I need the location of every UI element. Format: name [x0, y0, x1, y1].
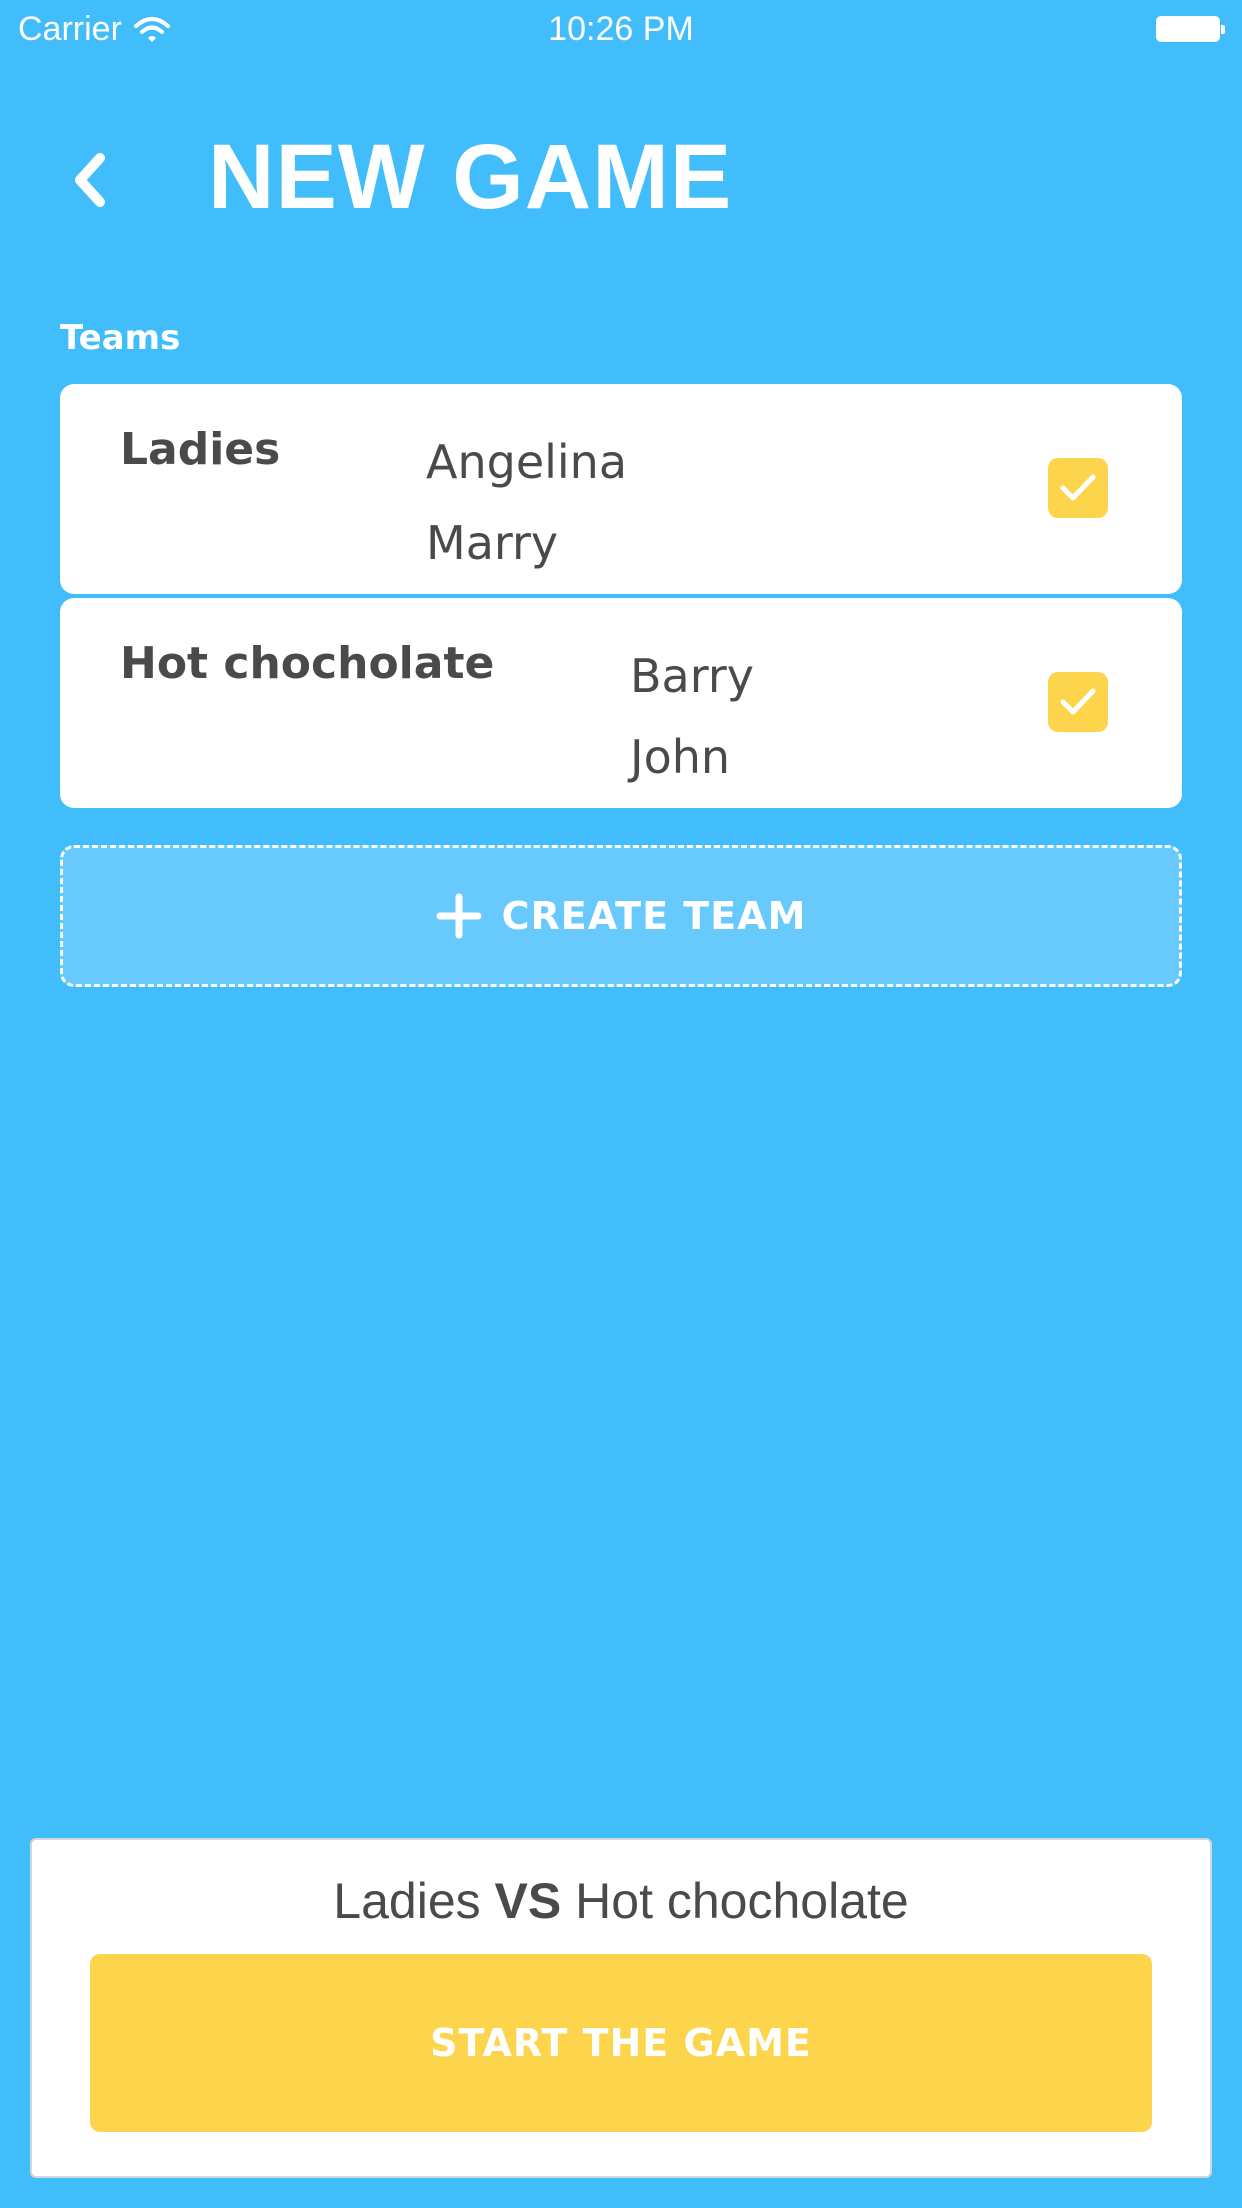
- chevron-left-icon: [75, 153, 105, 207]
- matchup-summary: Ladies VS Hot chocholate: [32, 1872, 1210, 1930]
- team-name: Ladies: [120, 424, 281, 475]
- team-members: Angelina Marry: [426, 422, 627, 584]
- start-game-button[interactable]: START THE GAME: [90, 1954, 1152, 2132]
- team-select-checkbox[interactable]: [1048, 458, 1108, 518]
- battery-icon: [1156, 16, 1225, 42]
- start-game-panel: Ladies VS Hot chocholate START THE GAME: [30, 1838, 1212, 2178]
- team-select-checkbox[interactable]: [1048, 672, 1108, 732]
- create-team-label: CREATE TEAM: [501, 894, 807, 938]
- matchup-team-a: Ladies: [333, 1873, 481, 1929]
- matchup-team-b: Hot chocholate: [575, 1873, 909, 1929]
- checkmark-icon: [1060, 474, 1096, 501]
- team-member: Marry: [426, 516, 559, 570]
- team-member: Angelina: [426, 435, 628, 489]
- team-card-hot-chocholate[interactable]: Hot chocholate Barry John: [60, 598, 1182, 808]
- teams-section-label: Teams: [60, 318, 181, 358]
- matchup-vs: VS: [494, 1873, 562, 1929]
- team-member: John: [630, 730, 731, 784]
- back-button[interactable]: [60, 145, 120, 215]
- checkmark-icon: [1060, 688, 1096, 715]
- plus-icon: [436, 893, 482, 939]
- create-team-button[interactable]: CREATE TEAM: [60, 845, 1182, 987]
- status-bar: Carrier 10:26 PM: [0, 0, 1242, 60]
- team-name: Hot chocholate: [120, 638, 495, 689]
- team-card-ladies[interactable]: Ladies Angelina Marry: [60, 384, 1182, 594]
- status-time: 10:26 PM: [548, 10, 694, 48]
- page-title: NEW GAME: [208, 126, 733, 228]
- team-members: Barry John: [630, 636, 754, 798]
- team-member: Barry: [630, 649, 754, 703]
